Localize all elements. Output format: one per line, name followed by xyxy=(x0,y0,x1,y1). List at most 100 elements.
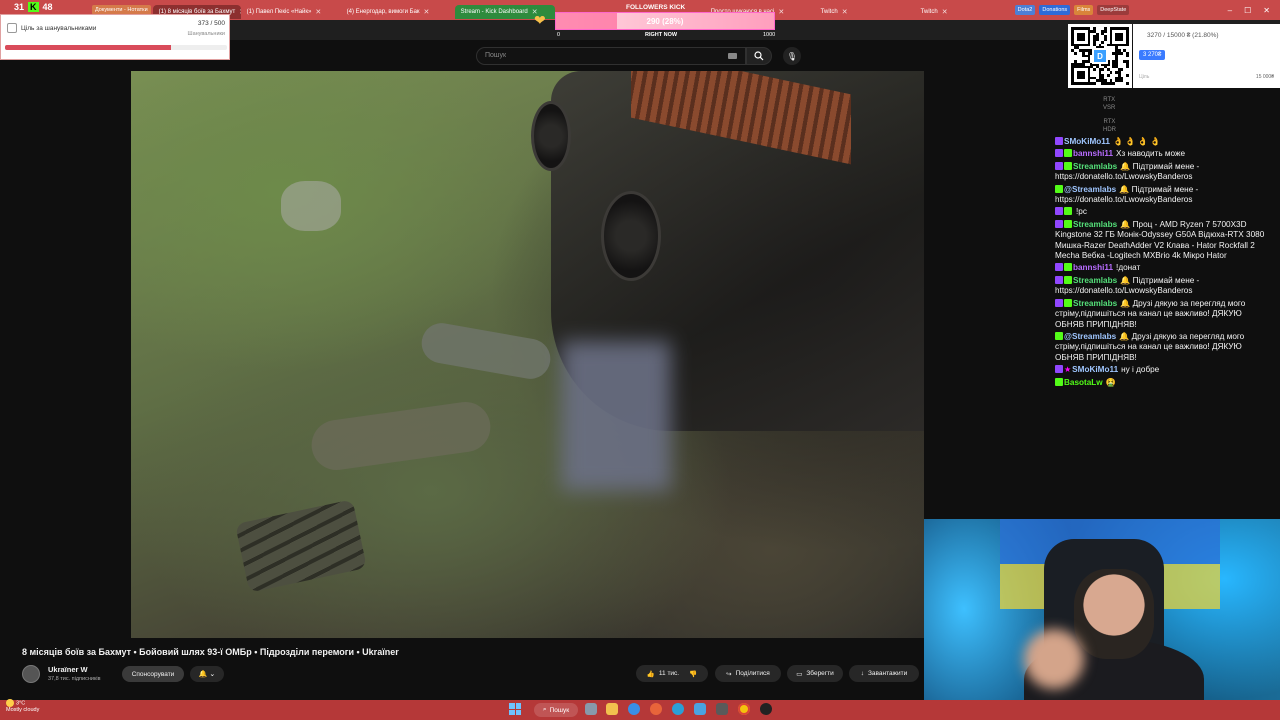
qr-module xyxy=(1117,49,1121,52)
qr-module xyxy=(1087,73,1091,77)
qr-module xyxy=(1126,73,1129,77)
qr-module xyxy=(1082,71,1085,74)
file-explorer-icon[interactable] xyxy=(606,703,618,715)
share-button[interactable]: ↪ Поділитися xyxy=(715,665,781,682)
qr-module xyxy=(1087,60,1091,63)
chat-username[interactable]: bannshi11 xyxy=(1073,263,1113,272)
qr-module xyxy=(1090,82,1094,85)
tab-video-3[interactable]: (4) Енергодар, вимоги Бак ✕ xyxy=(341,5,441,19)
app-icon[interactable] xyxy=(694,703,706,715)
bookmark-dota2[interactable]: Dota2 xyxy=(1014,5,1036,15)
qr-module xyxy=(1076,65,1080,69)
qr-module xyxy=(1115,51,1118,55)
notification-bell-button[interactable]: 🔔 ⌄ xyxy=(190,666,224,682)
telegram-icon[interactable] xyxy=(672,703,684,715)
gift-icon xyxy=(7,23,17,33)
close-icon[interactable]: ✕ xyxy=(842,8,848,16)
qr-module xyxy=(1109,43,1113,47)
qr-module xyxy=(1104,35,1107,39)
followers-progress-fill xyxy=(5,45,171,50)
chat-message: SMoKiMo11 👌 👌 👌 👌 xyxy=(1055,137,1273,147)
chat-username[interactable]: SMoKiMo11 xyxy=(1064,137,1110,146)
like-count: 11 тис. xyxy=(658,670,680,677)
qr-module xyxy=(1093,40,1096,44)
qr-module xyxy=(1109,35,1113,39)
close-icon[interactable]: ✕ xyxy=(239,8,240,16)
vip-badge-icon xyxy=(1055,263,1063,272)
taskbar-search[interactable]: ⌕ Пошук xyxy=(534,703,578,717)
rtx-label: RTX xyxy=(1103,97,1116,103)
close-button[interactable]: ✕ xyxy=(1263,6,1270,15)
chat-username[interactable]: Streamlabs xyxy=(1073,220,1117,229)
qr-module xyxy=(1109,82,1113,85)
close-icon[interactable]: ✕ xyxy=(424,8,430,16)
bookmark-donations[interactable]: Donations xyxy=(1039,5,1071,15)
qr-module xyxy=(1101,73,1105,77)
qr-module xyxy=(1093,29,1096,33)
qr-module xyxy=(1115,76,1118,80)
qr-module xyxy=(1126,32,1129,36)
mic-button[interactable]: 🎙 xyxy=(783,47,801,65)
channel-name[interactable]: Ukraїner W xyxy=(48,665,88,674)
chat-username[interactable]: bannshi11 xyxy=(1073,149,1113,158)
task-view-icon[interactable] xyxy=(585,703,597,715)
dislike-icon[interactable]: 👎 xyxy=(689,670,697,678)
download-button[interactable]: ↓ Завантажити xyxy=(849,665,919,682)
followers-progress-bar xyxy=(5,45,227,50)
qr-module xyxy=(1123,27,1127,30)
qr-module xyxy=(1073,51,1077,55)
chat-username[interactable]: BasotaLw xyxy=(1064,378,1103,387)
debris xyxy=(418,320,554,382)
mod-badge-icon xyxy=(1064,263,1072,272)
tab-twitch-1[interactable]: Twitch ✕ xyxy=(815,5,915,19)
qr-module xyxy=(1101,82,1105,85)
chat-username[interactable]: Streamlabs xyxy=(1073,162,1117,171)
video-player[interactable] xyxy=(131,71,924,638)
maximize-button[interactable]: ☐ xyxy=(1244,6,1251,15)
obs-icon[interactable] xyxy=(760,703,772,715)
qr-module xyxy=(1112,43,1116,47)
download-icon: ↓ xyxy=(860,670,864,677)
close-icon[interactable]: ✕ xyxy=(315,8,321,16)
tab-video-2[interactable]: (1) Павел Пекіс «Найк» ✕ xyxy=(241,5,341,19)
qr-module xyxy=(1109,79,1113,83)
qr-module xyxy=(1117,76,1121,80)
keyboard-icon[interactable] xyxy=(728,53,737,59)
bookmark-films[interactable]: Films xyxy=(1074,5,1094,15)
like-dislike-group[interactable]: 👍 11 тис. 👎 xyxy=(636,665,708,682)
search-icon: ⌕ xyxy=(542,706,547,713)
qr-module xyxy=(1115,71,1118,74)
qr-module xyxy=(1071,73,1074,77)
donation-progress: 3270 / 15000 ₴ (21.80%) xyxy=(1147,32,1219,39)
sponsor-button[interactable]: Спонсорувати xyxy=(122,666,184,682)
chat-username[interactable]: @Streamlabs xyxy=(1064,185,1116,194)
firefox-icon[interactable] xyxy=(650,703,662,715)
tab-label: Stream - Kick Dashboard xyxy=(460,8,528,15)
chat-username[interactable]: Streamlabs xyxy=(1073,276,1117,285)
mic-icon: 🎙 xyxy=(786,51,798,61)
tab-twitch-2[interactable]: Twitch ✕ xyxy=(915,5,1013,19)
save-button[interactable]: ▭ Зберегти xyxy=(787,665,843,682)
chat-message: !pc xyxy=(1055,207,1273,217)
weather-widget[interactable]: 3°C Mostly cloudy xyxy=(6,699,39,714)
app-icon[interactable] xyxy=(716,703,728,715)
windows-start-icon[interactable] xyxy=(509,703,521,715)
chat-username[interactable]: SMoKiMo11 xyxy=(1072,365,1118,374)
weather-temp: 3°C xyxy=(16,700,26,707)
search-input[interactable]: Пошук xyxy=(476,47,746,65)
chrome-icon[interactable] xyxy=(738,703,750,715)
close-icon[interactable]: ✕ xyxy=(942,8,948,16)
close-icon[interactable]: ✕ xyxy=(778,8,784,16)
tab-label: (1) Павел Пекіс «Найк» xyxy=(246,8,312,15)
chat-username[interactable]: @Streamlabs xyxy=(1064,332,1116,341)
qr-module xyxy=(1076,76,1080,80)
mod-badge-icon xyxy=(1064,298,1072,307)
channel-avatar[interactable] xyxy=(22,665,40,683)
like-icon[interactable]: 👍 xyxy=(647,670,655,678)
chat-username[interactable]: Streamlabs xyxy=(1073,299,1117,308)
bookmark-deepstate[interactable]: DeepState xyxy=(1097,5,1130,15)
search-button[interactable] xyxy=(746,47,772,65)
edge-icon[interactable] xyxy=(628,703,640,715)
qr-module xyxy=(1126,27,1129,30)
minimize-button[interactable]: – xyxy=(1228,6,1232,15)
